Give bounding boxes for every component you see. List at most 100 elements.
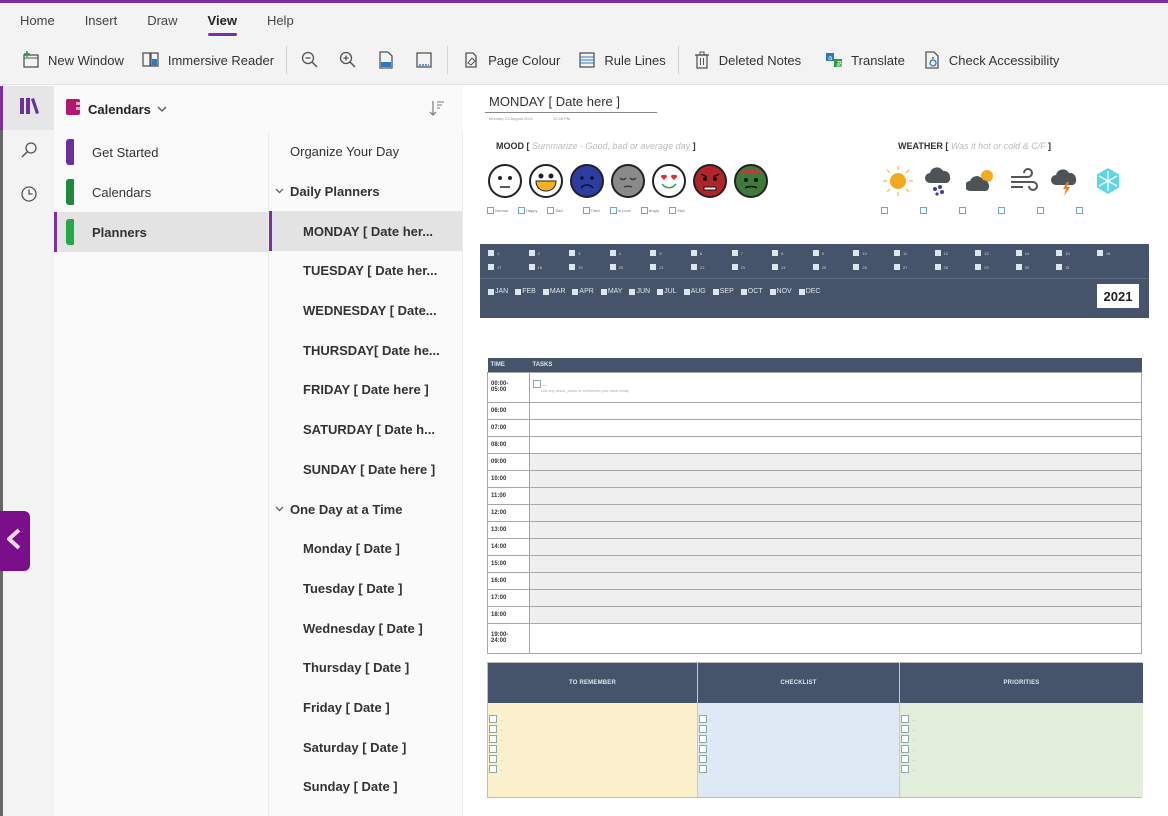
day-checkbox[interactable] xyxy=(812,250,819,256)
day-checkbox[interactable] xyxy=(731,264,738,270)
task-cell[interactable] xyxy=(529,554,1142,573)
day-checkbox[interactable] xyxy=(772,250,779,256)
day-checkbox[interactable] xyxy=(853,250,860,256)
month-option[interactable]: AUG xyxy=(683,288,706,295)
checkbox[interactable] xyxy=(699,715,707,723)
chevron-down-icon[interactable] xyxy=(157,103,167,115)
page-item[interactable]: Saturday [ Date ] xyxy=(269,727,462,767)
month-checkbox[interactable] xyxy=(683,288,690,295)
day-option[interactable]: 16 xyxy=(1096,250,1138,256)
box-body[interactable]: .................. xyxy=(488,703,697,797)
check-accessibility-button[interactable]: Check Accessibility xyxy=(913,47,1068,73)
day-option[interactable]: 30 xyxy=(1015,264,1057,270)
mood-option[interactable]: In Love xyxy=(609,207,635,214)
day-option[interactable]: 19 xyxy=(569,264,610,270)
full-page-view-button[interactable] xyxy=(405,47,443,73)
day-checkbox[interactable] xyxy=(975,250,982,256)
task-cell[interactable] xyxy=(529,401,1142,420)
checklist-item[interactable]: ... xyxy=(901,745,1143,753)
section-item-get-started[interactable]: Get Started xyxy=(54,132,268,172)
day-option[interactable]: 8 xyxy=(772,250,813,256)
task-cell[interactable] xyxy=(529,435,1142,454)
page-item[interactable]: FRIDAY [ Date here ] xyxy=(269,370,462,410)
day-checkbox[interactable] xyxy=(934,250,941,256)
page-title[interactable]: MONDAY [ Date here ] xyxy=(489,94,620,109)
day-checkbox[interactable] xyxy=(488,264,494,270)
year-box[interactable]: 2021 xyxy=(1097,284,1139,308)
day-checkbox[interactable] xyxy=(1015,250,1022,256)
day-checkbox[interactable] xyxy=(772,264,779,270)
box-body[interactable]: .................. xyxy=(900,703,1143,797)
task-cell[interactable] xyxy=(529,469,1142,488)
recent-notes-button[interactable] xyxy=(3,174,54,218)
day-checkbox[interactable] xyxy=(812,264,819,270)
note-canvas[interactable]: MONDAY [ Date here ] Monday, 23 August 2… xyxy=(463,86,1168,816)
day-option[interactable]: 31 xyxy=(1056,264,1097,270)
day-option[interactable]: 18 xyxy=(528,264,570,270)
task-cell[interactable] xyxy=(529,520,1142,539)
month-option[interactable]: MAY xyxy=(600,288,622,295)
month-checkbox[interactable] xyxy=(572,288,579,295)
checklist-item[interactable]: ... xyxy=(699,735,899,743)
day-option[interactable]: 13 xyxy=(975,250,1016,256)
checkbox[interactable] xyxy=(609,207,617,214)
day-option[interactable]: 12 xyxy=(934,250,976,256)
chevron-down-icon[interactable] xyxy=(275,186,284,197)
checkbox[interactable] xyxy=(699,755,707,763)
tab-view[interactable]: View xyxy=(200,11,245,36)
month-option[interactable]: MAR xyxy=(542,288,565,295)
page-colour-button[interactable]: Page Colour xyxy=(452,47,568,73)
month-option[interactable]: JUL xyxy=(657,288,677,295)
checklist-item[interactable]: ... xyxy=(489,755,697,763)
task-cell[interactable] xyxy=(529,503,1142,522)
checkbox[interactable] xyxy=(699,745,707,753)
checklist-item[interactable]: ... xyxy=(901,725,1143,733)
month-checkbox[interactable] xyxy=(712,288,719,295)
page-item[interactable]: Tuesday [ Date ] xyxy=(269,569,462,609)
deleted-notes-button[interactable]: Deleted Notes xyxy=(683,47,809,73)
checklist-item[interactable]: ... xyxy=(901,755,1143,763)
mood-option[interactable]: Tired xyxy=(582,207,604,214)
task-cell[interactable]: ... List any tasks, plans or schedules yo… xyxy=(529,371,1142,403)
day-option[interactable]: 10 xyxy=(853,250,894,256)
task-checkbox[interactable] xyxy=(533,380,541,388)
day-checkbox[interactable] xyxy=(1056,264,1063,270)
mood-option[interactable]: Angry xyxy=(640,207,663,214)
day-checkbox[interactable] xyxy=(690,264,697,270)
mood-hint[interactable]: Summarize - Good, bad or average day xyxy=(530,141,693,151)
page-width-button[interactable] xyxy=(367,47,405,73)
notebook-name[interactable]: Calendars xyxy=(88,102,151,117)
tab-home[interactable]: Home xyxy=(12,11,63,30)
checklist-item[interactable]: ... xyxy=(489,735,697,743)
checkbox[interactable] xyxy=(582,207,590,214)
checkbox[interactable] xyxy=(901,745,909,753)
checklist-item[interactable]: ... xyxy=(489,745,697,753)
month-checkbox[interactable] xyxy=(798,288,805,295)
page-item[interactable]: Monday [ Date ] xyxy=(269,529,462,569)
page-item[interactable]: Thursday [ Date ] xyxy=(269,648,462,688)
checkbox[interactable] xyxy=(489,735,497,743)
day-option[interactable]: 11 xyxy=(893,250,935,256)
task-cell[interactable] xyxy=(529,537,1142,556)
zoom-in-button[interactable] xyxy=(329,47,367,73)
checkbox[interactable] xyxy=(640,207,648,214)
checkbox[interactable] xyxy=(699,765,707,773)
day-option[interactable]: 2 xyxy=(528,250,570,256)
checklist-item[interactable]: ... xyxy=(901,735,1143,743)
checkbox[interactable] xyxy=(901,725,909,733)
month-checkbox[interactable] xyxy=(600,288,607,295)
day-checkbox[interactable] xyxy=(650,250,657,256)
task-cell[interactable] xyxy=(529,452,1142,471)
checklist-item[interactable]: ... xyxy=(489,715,697,723)
month-checkbox[interactable] xyxy=(629,288,636,295)
tab-draw[interactable]: Draw xyxy=(139,11,185,30)
task-cell[interactable] xyxy=(529,605,1142,624)
day-option[interactable]: 15 xyxy=(1056,250,1097,256)
section-item-calendars[interactable]: Calendars xyxy=(54,172,268,212)
task-cell[interactable] xyxy=(529,588,1142,607)
notebooks-button[interactable] xyxy=(0,86,54,130)
page-item[interactable]: Organize Your Day xyxy=(269,132,462,172)
checkbox[interactable] xyxy=(489,765,497,773)
page-item[interactable]: SATURDAY [ Date h... xyxy=(269,410,462,450)
day-checkbox[interactable] xyxy=(569,264,576,270)
